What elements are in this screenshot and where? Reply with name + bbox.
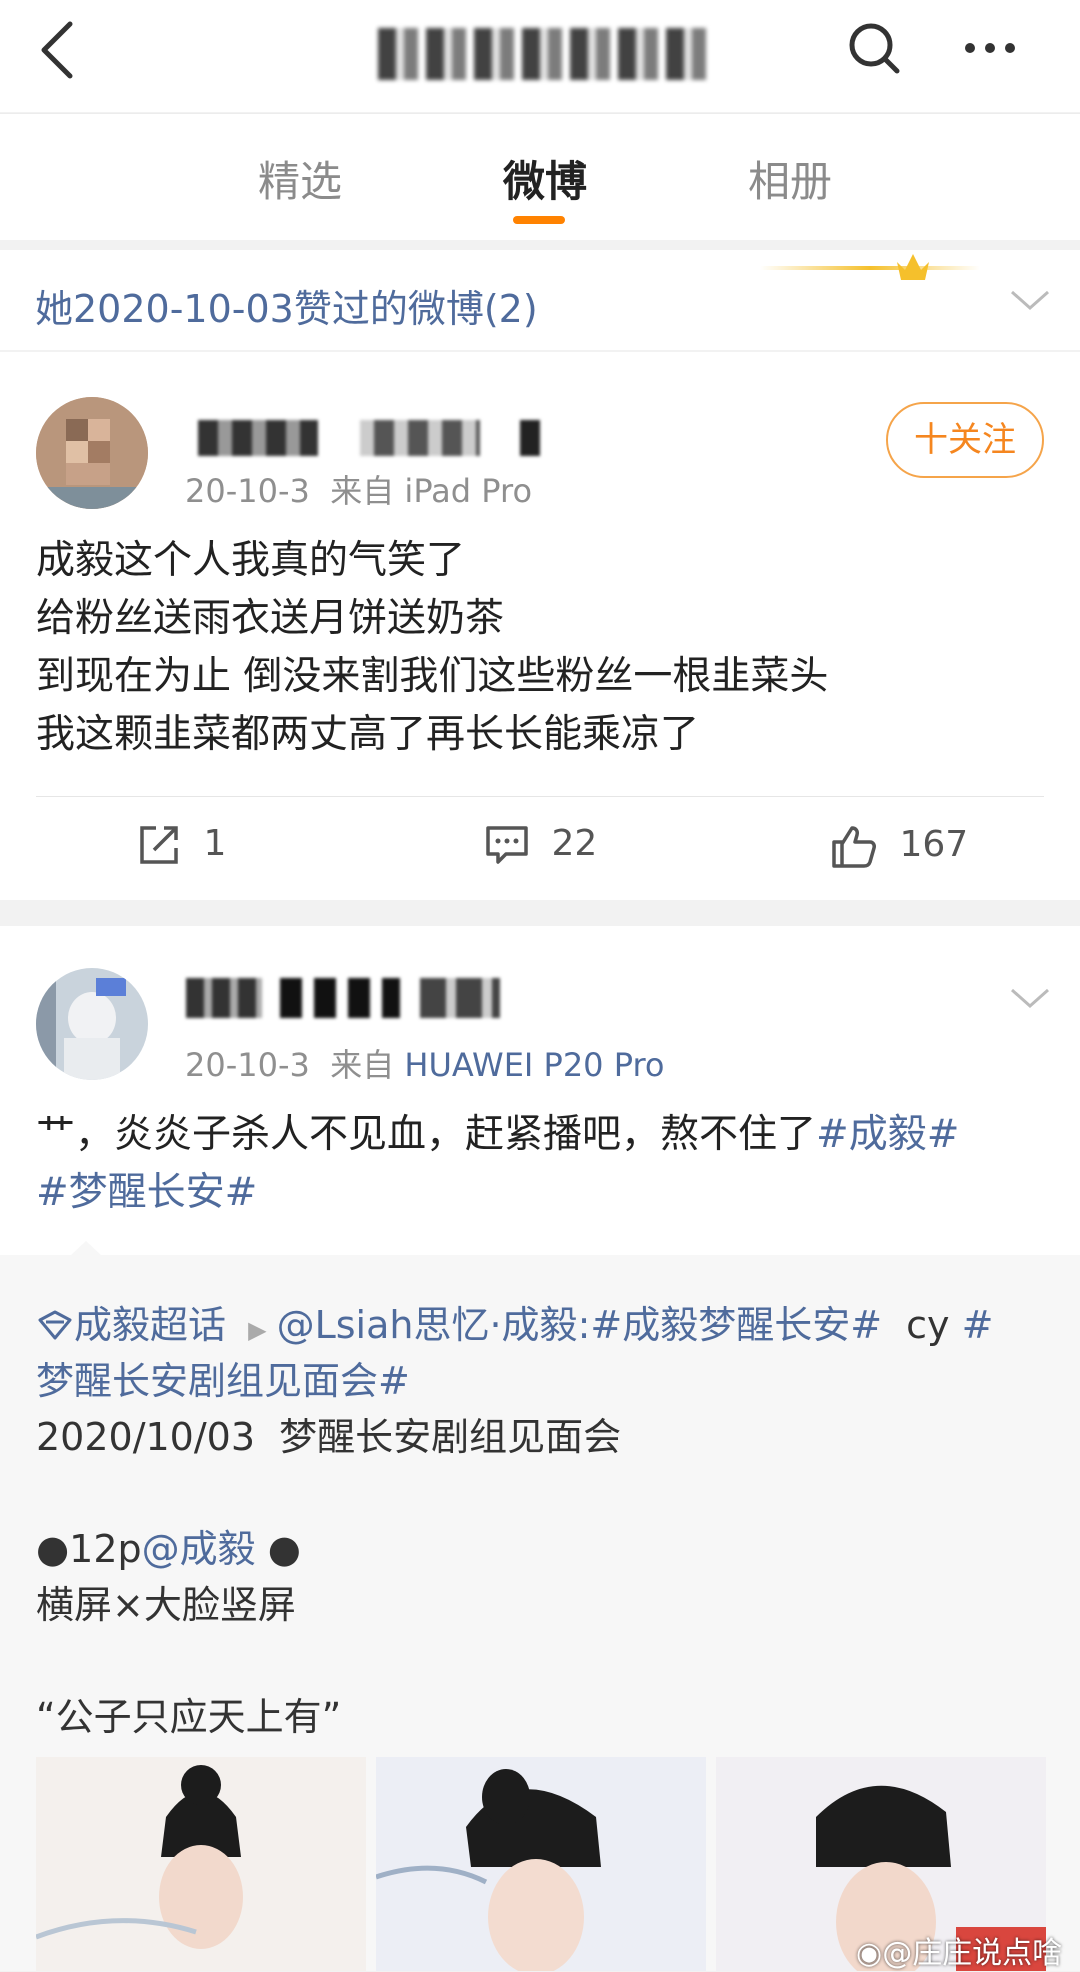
play-triangle-icon: ▶ xyxy=(248,1316,267,1344)
like-count: 167 xyxy=(899,824,969,865)
username-blurred[interactable] xyxy=(280,978,400,1018)
comment-icon xyxy=(486,826,528,864)
username-blurred[interactable] xyxy=(186,978,262,1018)
comment-button[interactable]: 22 xyxy=(484,822,597,868)
avatar[interactable] xyxy=(36,397,148,509)
repost-text-12p-a: ●12p xyxy=(36,1527,142,1571)
tab-featured[interactable]: 精选 xyxy=(200,148,400,209)
page-title-blurred xyxy=(378,28,708,80)
post-meta: 20-10-3 来自 iPad Pro xyxy=(185,466,532,512)
watermark: ◉@庄庄说点啥 xyxy=(856,1928,1062,1972)
avatar[interactable] xyxy=(36,968,148,1080)
hashtag-link[interactable]: #梦醒长安# xyxy=(36,1170,257,1215)
comment-count: 22 xyxy=(551,823,598,864)
post-text-plain: 艹，炎炎子杀人不见血，赶紧播吧，熬不住了 xyxy=(36,1112,817,1157)
username-blurred[interactable] xyxy=(420,978,500,1018)
repost-text-date: 2020/10/03 梦醒长安剧组见面会 xyxy=(36,1415,622,1459)
supertopic-icon xyxy=(38,1310,72,1340)
username-blurred[interactable] xyxy=(520,420,540,456)
post-text: 成毅这个人我真的气笑了 给粉丝送雨衣送月饼送奶茶 到现在为止 倒没来割我们这些粉… xyxy=(36,538,829,757)
repost-pointer xyxy=(70,1241,102,1256)
repost-button[interactable]: 1 xyxy=(136,822,226,868)
tab-album[interactable]: 相册 xyxy=(690,148,890,209)
repost-text-cy: cy xyxy=(906,1303,950,1347)
post-meta: 20-10-3 来自 HUAWEI P20 Pro xyxy=(185,1040,664,1086)
mention-link[interactable]: @成毅 xyxy=(142,1527,256,1571)
photo-thumbnail[interactable] xyxy=(36,1757,366,1971)
search-icon[interactable] xyxy=(846,20,902,76)
chevron-down-icon[interactable] xyxy=(1008,286,1052,314)
repost-text-screen: 横屏×大脸竖屏 xyxy=(36,1583,296,1627)
username-blurred[interactable] xyxy=(198,420,318,456)
post-source[interactable]: HUAWEI P20 Pro xyxy=(404,1046,664,1084)
more-options-icon[interactable] xyxy=(960,30,1020,66)
hashtag-link[interactable]: # xyxy=(962,1303,994,1347)
repost-text-12p-b: ● xyxy=(255,1527,301,1571)
photo-thumbnail[interactable] xyxy=(376,1757,706,1971)
source-prefix: 来自 xyxy=(330,1046,395,1084)
liked-posts-label: 她2020-10-03赞过的微博(2) xyxy=(35,287,538,331)
repost-icon xyxy=(140,826,178,864)
hashtag-link[interactable]: 梦醒长安剧组见面会# xyxy=(36,1350,410,1405)
crown-icon xyxy=(897,254,929,280)
follow-button[interactable]: 十关注 xyxy=(886,402,1044,478)
source-prefix: 来自 xyxy=(330,472,395,510)
thumbs-up-icon xyxy=(832,826,876,868)
username-blurred[interactable] xyxy=(360,420,480,456)
back-arrow-icon[interactable] xyxy=(36,18,80,82)
divider xyxy=(36,796,1044,797)
weibo-logo-icon: ◉ xyxy=(856,1936,883,1971)
active-tab-indicator xyxy=(513,216,565,224)
repost-text-quote: “公子只应天上有” xyxy=(36,1695,342,1739)
watermark-text: @庄庄说点啥 xyxy=(882,1936,1063,1971)
tab-weibo[interactable]: 微博 xyxy=(445,148,645,209)
post-text: 艹，炎炎子杀人不见血，赶紧播吧，熬不住了#成毅# #梦醒长安# xyxy=(36,1106,1056,1222)
hashtag-link[interactable]: #成毅# xyxy=(816,1112,959,1157)
post-source: iPad Pro xyxy=(404,472,533,510)
post-date: 20-10-3 xyxy=(185,1046,310,1084)
repost-count: 1 xyxy=(203,823,227,864)
chevron-down-icon[interactable] xyxy=(1008,984,1052,1012)
repost-header-line: 成毅超话 ▶ @Lsiah思忆·成毅:#成毅梦醒长安# cy # xyxy=(36,1294,1056,1349)
repost-text-12p: ●12p@成毅 ● xyxy=(36,1518,301,1573)
supertopic-link[interactable]: 成毅超话 xyxy=(74,1303,226,1347)
decorative-line xyxy=(760,266,980,270)
hashtag-link[interactable]: :#成毅梦醒长安# xyxy=(578,1303,882,1347)
post-date: 20-10-3 xyxy=(185,472,310,510)
original-author-link[interactable]: @Lsiah思忆·成毅 xyxy=(277,1303,578,1347)
like-button[interactable]: 167 xyxy=(830,822,968,870)
